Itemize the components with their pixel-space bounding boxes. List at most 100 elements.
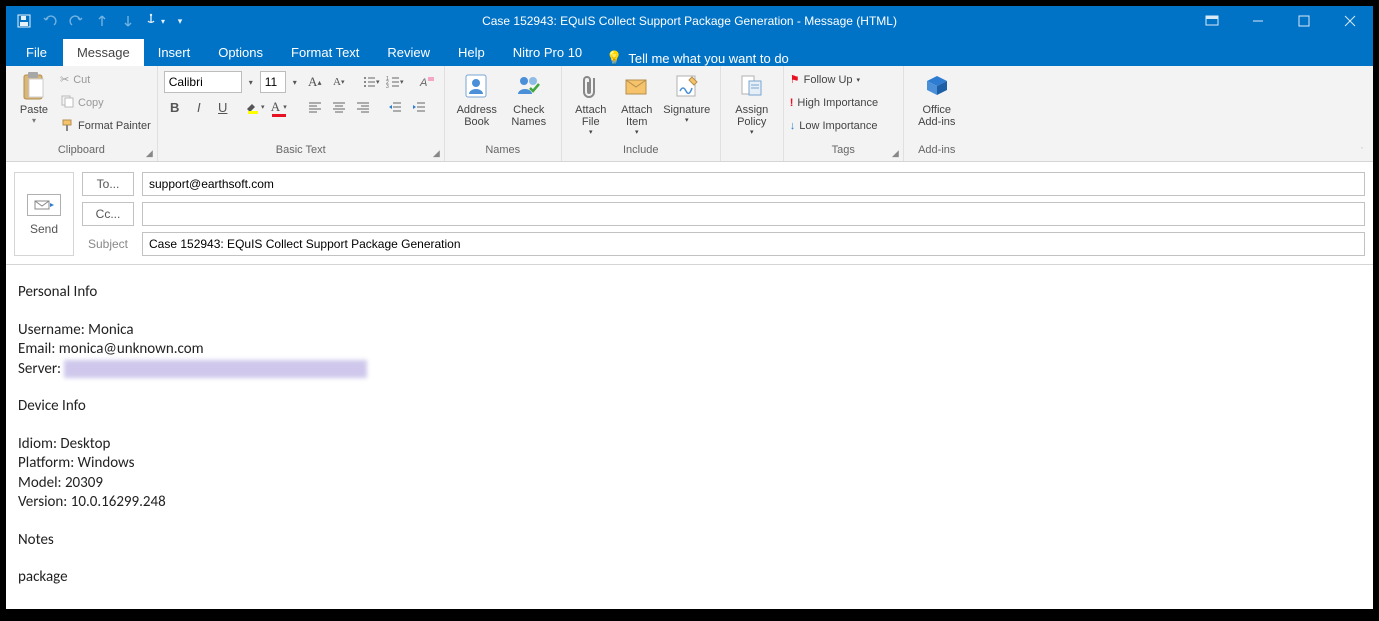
numbering-icon[interactable]: 123▾	[384, 71, 406, 93]
addins-icon	[921, 70, 953, 102]
align-center-icon[interactable]	[328, 96, 350, 118]
format-painter-button[interactable]: Format Painter	[60, 115, 151, 137]
subject-label: Subject	[82, 237, 134, 251]
attach-item-button[interactable]: Attach Item▾	[614, 68, 660, 136]
italic-icon[interactable]: I	[188, 96, 210, 118]
paperclip-icon	[575, 70, 607, 102]
send-icon	[27, 194, 61, 216]
assign-policy-label: Assign Policy	[735, 104, 768, 128]
qat-customize-icon[interactable]: ▾	[168, 9, 192, 33]
clipboard-icon	[18, 70, 50, 102]
previous-icon[interactable]	[90, 9, 114, 33]
group-label-assign	[727, 143, 777, 161]
signature-label: Signature	[663, 104, 710, 116]
message-body[interactable]: Personal Info Username: Monica Email: mo…	[6, 265, 1373, 606]
office-addins-button[interactable]: Office Add-ins	[910, 68, 964, 128]
cut-button[interactable]: ✂Cut	[60, 69, 151, 91]
assign-policy-button[interactable]: Assign Policy▾	[727, 68, 777, 136]
subject-input[interactable]	[142, 232, 1365, 256]
group-names: Address Book Check Names Names	[445, 66, 562, 161]
align-left-icon[interactable]	[304, 96, 326, 118]
tab-message[interactable]: Message	[63, 39, 144, 66]
bold-icon[interactable]: B	[164, 96, 186, 118]
check-names-button[interactable]: Check Names	[503, 68, 555, 128]
font-name-dropdown-icon[interactable]: ▾	[244, 71, 258, 93]
high-importance-button[interactable]: !High Importance	[790, 92, 878, 114]
copy-button[interactable]: Copy	[60, 92, 151, 114]
heading-personal-info: Personal Info	[18, 283, 1361, 303]
redo-icon[interactable]	[64, 9, 88, 33]
svg-text:A: A	[419, 77, 427, 89]
group-label-clipboard: Clipboard	[12, 143, 151, 161]
address-book-icon	[461, 70, 493, 102]
decrease-indent-icon[interactable]	[384, 96, 406, 118]
collapse-ribbon-icon[interactable]: ˑ	[1353, 141, 1371, 159]
cc-button[interactable]: Cc...	[82, 202, 134, 226]
lightbulb-icon: 💡	[606, 50, 622, 66]
tab-format-text[interactable]: Format Text	[277, 39, 373, 66]
save-icon[interactable]	[12, 9, 36, 33]
down-arrow-icon: ↓	[790, 120, 796, 132]
clear-formatting-icon[interactable]: A	[416, 71, 438, 93]
font-size-input[interactable]	[260, 71, 286, 93]
clipboard-launcher-icon[interactable]: ◢	[146, 148, 153, 159]
align-right-icon[interactable]	[352, 96, 374, 118]
send-button[interactable]: Send	[14, 172, 74, 256]
address-book-button[interactable]: Address Book	[451, 68, 503, 128]
shrink-font-icon[interactable]: A▾	[328, 71, 350, 93]
attach-file-button[interactable]: Attach File▾	[568, 68, 614, 136]
paintbrush-icon	[60, 118, 74, 135]
signature-button[interactable]: Signature ▾	[660, 68, 714, 124]
maximize-icon[interactable]	[1281, 6, 1327, 36]
group-label-names: Names	[451, 143, 555, 161]
heading-notes: Notes	[18, 531, 1361, 551]
to-button[interactable]: To...	[82, 172, 134, 196]
idiom-value: Desktop	[60, 435, 110, 453]
tab-insert[interactable]: Insert	[144, 39, 205, 66]
highlight-icon[interactable]: ▾	[244, 96, 266, 118]
cc-input[interactable]	[142, 202, 1365, 226]
bullets-icon[interactable]: ▾	[360, 71, 382, 93]
font-name-input[interactable]	[164, 71, 242, 93]
svg-text:3: 3	[386, 84, 389, 89]
close-icon[interactable]	[1327, 6, 1373, 36]
font-size-dropdown-icon[interactable]: ▾	[288, 71, 302, 93]
group-label-tags: Tags	[790, 143, 897, 161]
tab-file[interactable]: File	[10, 39, 63, 66]
to-input[interactable]	[142, 172, 1365, 196]
tell-me-search[interactable]: 💡 Tell me what you want to do	[606, 50, 789, 66]
minimize-icon[interactable]	[1235, 6, 1281, 36]
group-addins: Office Add-ins Add-ins	[904, 66, 970, 161]
group-label-basic-text: Basic Text	[164, 143, 438, 161]
tab-help[interactable]: Help	[444, 39, 499, 66]
tab-review[interactable]: Review	[373, 39, 444, 66]
touch-mode-icon[interactable]: ▾	[142, 9, 166, 33]
platform-value: Windows	[78, 454, 135, 472]
tab-options[interactable]: Options	[204, 39, 277, 66]
low-importance-button[interactable]: ↓Low Importance	[790, 115, 878, 137]
increase-indent-icon[interactable]	[408, 96, 430, 118]
group-clipboard: Paste ▾ ✂Cut Copy Format Painter Clipboa…	[6, 66, 158, 161]
address-book-label: Address Book	[457, 104, 497, 128]
undo-icon[interactable]	[38, 9, 62, 33]
group-assign: Assign Policy▾	[721, 66, 784, 161]
email-value: monica@unknown.com	[59, 340, 204, 358]
grow-font-icon[interactable]: A▴	[304, 71, 326, 93]
underline-icon[interactable]: U	[212, 96, 234, 118]
ribbon-display-icon[interactable]	[1189, 6, 1235, 36]
next-icon[interactable]	[116, 9, 140, 33]
signature-icon	[671, 70, 703, 102]
tags-launcher-icon[interactable]: ◢	[892, 148, 899, 159]
model-value: 20309	[65, 474, 103, 492]
tab-nitro[interactable]: Nitro Pro 10	[499, 39, 596, 66]
check-names-label: Check Names	[511, 104, 546, 128]
group-include: Attach File▾ Attach Item▾ Signature ▾ In…	[562, 66, 721, 161]
basic-text-launcher-icon[interactable]: ◢	[433, 148, 440, 159]
attach-file-label: Attach File	[575, 104, 606, 128]
heading-device-info: Device Info	[18, 397, 1361, 417]
follow-up-button[interactable]: ⚑Follow Up▾	[790, 69, 878, 91]
attach-item-label: Attach Item	[621, 104, 652, 128]
paste-button[interactable]: Paste ▾	[12, 68, 56, 125]
font-color-icon[interactable]: A▾	[268, 96, 290, 118]
ribbon: Paste ▾ ✂Cut Copy Format Painter Clipboa…	[6, 66, 1373, 162]
